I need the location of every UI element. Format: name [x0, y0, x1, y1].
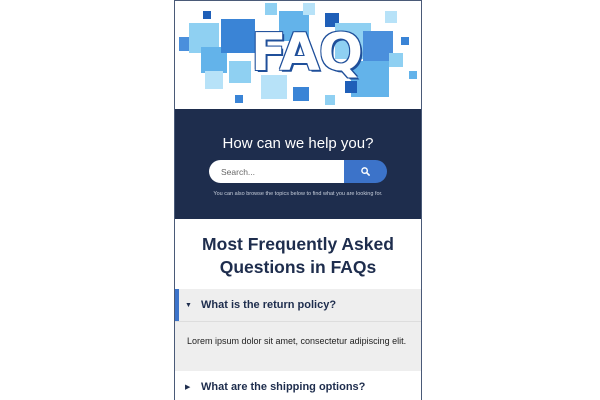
faq-question-text: What is the return policy?	[201, 299, 337, 311]
faq-heading-line-1: Most Frequently Asked	[202, 234, 394, 254]
browse-topics-note: You can also browse the topics below to …	[213, 191, 383, 197]
caret-down-icon: ▼	[185, 301, 192, 309]
faq-question-shipping-options[interactable]: ▶ What are the shipping options?	[175, 371, 421, 400]
faq-section-heading: Most Frequently Asked Questions in FAQs	[175, 233, 421, 279]
faq-question-return-policy[interactable]: ▼ What is the return policy?	[175, 289, 421, 321]
help-title: How can we help you?	[222, 135, 374, 152]
help-hero-section: How can we help you? You can also browse…	[175, 109, 421, 219]
search-bar	[209, 160, 387, 183]
search-icon	[361, 167, 370, 176]
search-input[interactable]	[209, 160, 345, 183]
faq-logo-text: FAQ	[251, 23, 363, 83]
faq-banner-image: FAQ	[175, 1, 421, 109]
search-button[interactable]	[344, 160, 387, 183]
faq-item-return-policy: ▼ What is the return policy? Lorem ipsum…	[175, 289, 421, 371]
faq-answer-return-policy: Lorem ipsum dolor sit amet, consectetur …	[175, 321, 421, 371]
faq-question-text: What are the shipping options?	[201, 381, 366, 393]
mobile-page-frame: FAQ How can we help you? You can also br…	[174, 0, 422, 400]
caret-right-icon: ▶	[185, 384, 191, 391]
faq-heading-line-2: Questions in FAQs	[219, 257, 377, 277]
faq-item-shipping-options: ▶ What are the shipping options?	[175, 371, 421, 400]
